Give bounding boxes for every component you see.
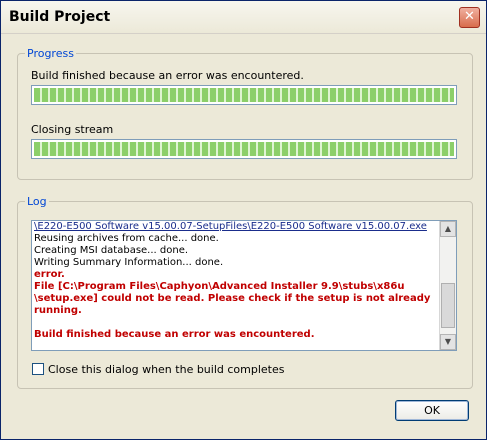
log-line: Build finished because an error was enco… [34,329,315,340]
log-scrollbar[interactable]: ▲ ▼ [439,221,456,350]
scroll-thumb[interactable] [441,283,455,328]
close-dialog-checkbox[interactable] [32,363,44,375]
log-line: \setup.exe] could not be read. Please ch… [34,293,431,304]
log-line: File [C:\Program Files\Caphyon\Advanced … [34,281,405,292]
progress-group-title: Progress [25,47,76,60]
log-line: running. [34,305,82,316]
window-title: Build Project [9,9,111,25]
close-icon[interactable]: ✕ [459,7,480,28]
ok-button[interactable]: OK [395,400,469,421]
log-output[interactable]: \E220-E500 Software v15.00.07-SetupFiles… [31,220,457,351]
close-dialog-checkbox-label[interactable]: Close this dialog when the build complet… [48,363,284,376]
build-progress-bar [31,85,457,105]
build-progress-fill [34,88,454,102]
stream-status-label: Closing stream [31,123,114,136]
log-line: Reusing archives from cache... done. [34,233,219,244]
log-line: Writing Summary Information... done. [34,257,224,268]
build-status-label: Build finished because an error was enco… [31,69,304,82]
log-line[interactable]: \E220-E500 Software v15.00.07-SetupFiles… [34,221,439,233]
log-line: Creating MSI database... done. [34,245,189,256]
log-group-title: Log [25,195,49,208]
build-project-dialog: Build Project ✕ Progress Build finished … [0,0,487,440]
log-line: error. [34,269,65,280]
scroll-up-icon[interactable]: ▲ [440,221,456,237]
log-lines: \E220-E500 Software v15.00.07-SetupFiles… [34,221,439,341]
scroll-down-icon[interactable]: ▼ [440,334,456,350]
title-bar[interactable]: Build Project ✕ [1,1,486,34]
stream-progress-bar [31,139,457,159]
stream-progress-fill [34,142,454,156]
